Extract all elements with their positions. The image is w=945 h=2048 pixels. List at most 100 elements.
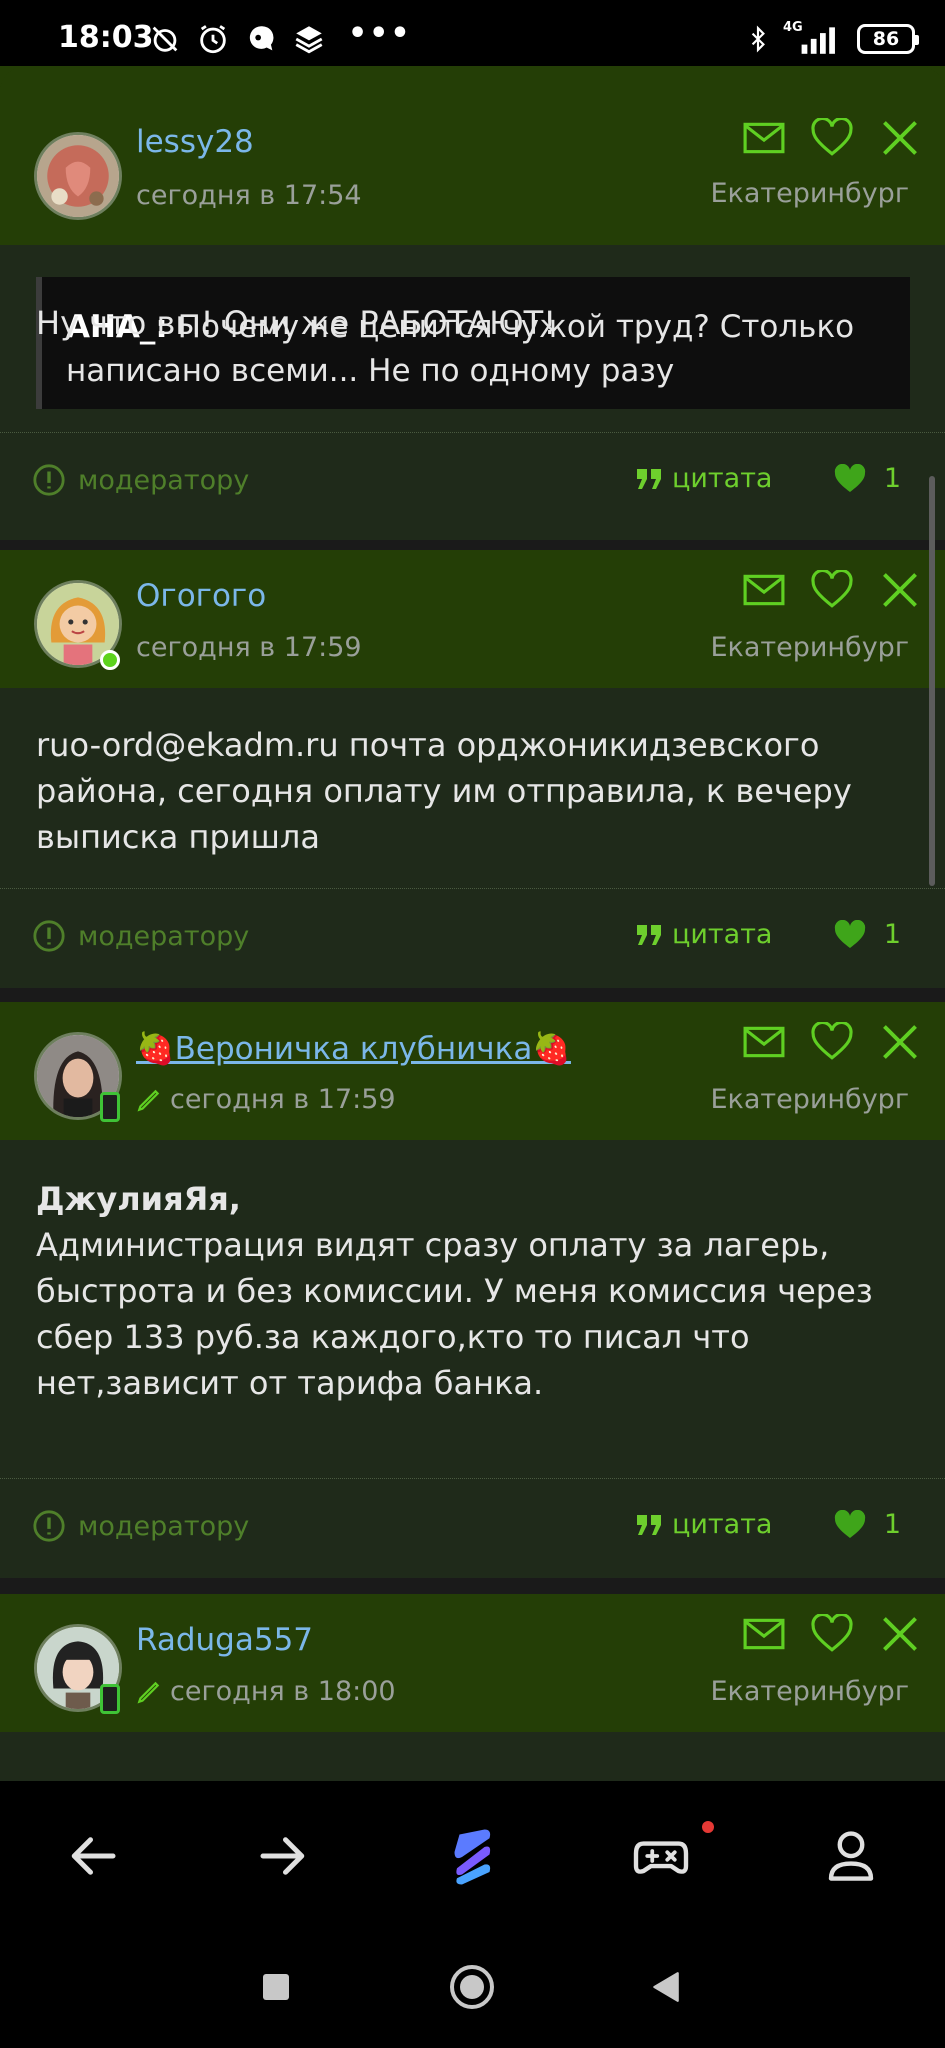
signal-icon: 4G	[783, 20, 845, 56]
comment-text: ДжулияЯя, Администрация видят сразу опла…	[36, 1180, 873, 1402]
post-city: Екатеринбург	[710, 632, 909, 663]
quote-button[interactable]: цитата	[636, 919, 772, 950]
heart-icon[interactable]	[811, 1022, 853, 1062]
username-link[interactable]: 🍓Вероничка клубничка🍓	[136, 1030, 571, 1067]
addressee-name: ДжулияЯя,	[36, 1180, 241, 1218]
comment-card: 🍓Вероничка клубничка🍓 сегодня в 17:59 Ек…	[0, 1002, 945, 1578]
report-moderator-button[interactable]: модератору	[32, 919, 249, 953]
bluetooth-icon	[751, 25, 765, 53]
status-icons-left: •••	[148, 16, 412, 56]
post-date: сегодня в 17:54	[136, 180, 362, 211]
arrow-left-icon	[71, 1837, 116, 1875]
status-time: 18:03	[58, 20, 154, 55]
comment-actions	[743, 570, 921, 610]
comment-header: lessy28 сегодня в 17:54 Екатеринбург	[0, 66, 945, 245]
mobile-device-icon	[100, 1684, 120, 1714]
green-heart-icon	[834, 919, 865, 948]
more-notifications-icon: •••	[348, 15, 412, 51]
mail-icon[interactable]	[743, 1614, 785, 1654]
mail-icon[interactable]	[743, 1022, 785, 1062]
comment-card: Raduga557 сегодня в 18:00 Екатеринбург	[0, 1594, 945, 1781]
battery-indicator: 86	[857, 24, 919, 54]
like-counter[interactable]: 1	[834, 1509, 901, 1540]
quote-icon	[637, 1514, 661, 1535]
mobile-device-icon	[100, 1092, 120, 1122]
games-button[interactable]	[626, 1821, 696, 1891]
square-icon	[263, 1974, 289, 2000]
post-date: сегодня в 17:59	[136, 1084, 396, 1115]
close-icon[interactable]	[879, 118, 921, 158]
comment-header: 🍓Вероничка клубничка🍓 сегодня в 17:59 Ек…	[0, 1002, 945, 1140]
username-link[interactable]: lessy28	[136, 124, 254, 160]
close-icon[interactable]	[879, 1614, 921, 1654]
mail-icon[interactable]	[743, 570, 785, 610]
warning-icon	[33, 920, 65, 952]
warning-icon	[33, 464, 65, 496]
edit-pencil-icon	[137, 1089, 160, 1111]
alarm-off-icon	[152, 26, 178, 52]
green-heart-icon	[834, 463, 865, 492]
avatar[interactable]	[34, 132, 122, 220]
status-icons-right: 4G 86	[745, 20, 919, 56]
green-heart-icon	[834, 1509, 865, 1538]
post-city: Екатеринбург	[710, 1676, 909, 1707]
quote-icon	[637, 924, 661, 945]
layers-icon	[295, 26, 323, 54]
report-moderator-button[interactable]: модератору	[32, 1509, 249, 1543]
like-counter[interactable]: 1	[834, 919, 901, 950]
home-logo-button[interactable]	[436, 1821, 508, 1893]
username-link[interactable]: Огогого	[136, 578, 266, 614]
post-date: сегодня в 18:00	[136, 1676, 396, 1707]
forward-button[interactable]	[248, 1821, 318, 1891]
alarm-icon	[200, 25, 226, 54]
comment-header: Огогого сегодня в 17:59 Екатеринбург	[0, 550, 945, 688]
comment-actions	[743, 1022, 921, 1062]
warning-icon	[33, 1510, 65, 1542]
comment-text: ruo-ord@ekadm.ru почта орджоникидзевског…	[36, 726, 852, 856]
report-moderator-button[interactable]: модератору	[32, 463, 249, 497]
comment-card: Огогого сегодня в 17:59 Екатеринбург ruo…	[0, 550, 945, 988]
heart-icon[interactable]	[811, 570, 853, 610]
app-bottom-nav	[0, 1781, 945, 1929]
close-icon[interactable]	[879, 570, 921, 610]
recents-button[interactable]	[246, 1957, 306, 2017]
comment-footer: модератору цитата 1	[0, 1478, 945, 1578]
heart-icon[interactable]	[811, 118, 853, 158]
notification-dot	[702, 1821, 714, 1833]
post-city: Екатеринбург	[710, 1084, 909, 1115]
quote-button[interactable]: цитата	[636, 463, 772, 494]
system-nav-bar	[0, 1929, 945, 2048]
comments-feed[interactable]: lessy28 сегодня в 17:54 Екатеринбург АНА…	[0, 66, 945, 1781]
status-bar: 18:03 ••• 4G 86	[0, 0, 945, 66]
quote-icon	[637, 468, 661, 489]
quote-button[interactable]: цитата	[636, 1509, 772, 1540]
back-button[interactable]	[58, 1821, 128, 1891]
mail-icon[interactable]	[743, 118, 785, 158]
comment-footer: модератору цитата 1	[0, 888, 945, 988]
post-city: Екатеринбург	[710, 178, 909, 209]
comment-header: Raduga557 сегодня в 18:00 Екатеринбург	[0, 1594, 945, 1732]
edit-pencil-icon	[137, 1681, 160, 1703]
comment-card: lessy28 сегодня в 17:54 Екатеринбург АНА…	[0, 66, 945, 540]
close-icon[interactable]	[879, 1022, 921, 1062]
profile-button[interactable]	[816, 1821, 886, 1891]
comment-footer: модератору цитата 1	[0, 432, 945, 532]
chat-bubble-icon	[249, 26, 274, 51]
comment-actions	[743, 118, 921, 158]
like-counter[interactable]: 1	[834, 463, 901, 494]
post-date: сегодня в 17:59	[136, 632, 362, 663]
comment-text: Ну что вы! Они же РАБОТАЮТ!	[36, 304, 557, 342]
comment-body: ruo-ord@ekadm.ru почта орджоникидзевског…	[0, 688, 945, 888]
arrow-right-icon	[260, 1837, 305, 1875]
system-back-button[interactable]	[636, 1957, 696, 2017]
scrollbar[interactable]	[929, 476, 935, 886]
app-logo-icon	[454, 1829, 491, 1885]
heart-icon[interactable]	[811, 1614, 853, 1654]
online-indicator	[100, 650, 120, 670]
comment-actions	[743, 1614, 921, 1654]
gamepad-icon	[633, 1841, 689, 1874]
triangle-back-icon	[653, 1972, 679, 2002]
comment-body: ДжулияЯя, Администрация видят сразу опла…	[0, 1140, 945, 1478]
home-button[interactable]	[442, 1957, 502, 2017]
username-link[interactable]: Raduga557	[136, 1622, 313, 1658]
